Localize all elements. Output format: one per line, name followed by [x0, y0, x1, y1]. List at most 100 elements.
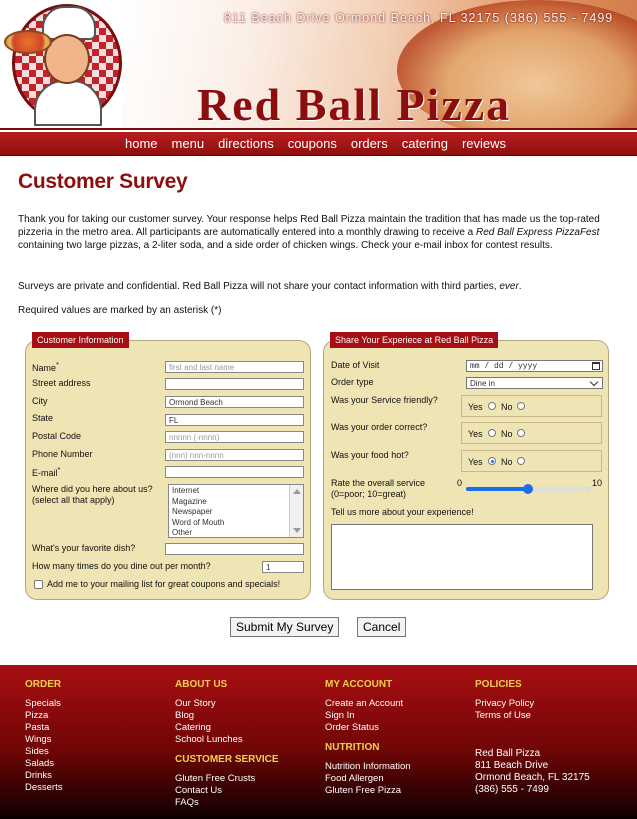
footer-link[interactable]: Terms of Use	[475, 710, 590, 722]
footer-account-column: MY ACCOUNT Create an Account Sign In Ord…	[325, 679, 411, 797]
dish-input[interactable]	[165, 543, 304, 555]
mailing-label: Add me to your mailing list for great co…	[47, 579, 281, 589]
footer-link[interactable]: Food Allergen	[325, 773, 411, 785]
correct-yes-label: Yes	[468, 429, 483, 439]
scroll-down-icon[interactable]	[293, 528, 301, 533]
footer-link[interactable]: Gluten Free Pizza	[325, 785, 411, 797]
footer-policies-title: POLICIES	[475, 679, 522, 690]
intro-text-2: containing two large pizzas, a 2-liter s…	[18, 240, 553, 251]
nav-directions[interactable]: directions	[211, 132, 281, 155]
listbox-scrollbar[interactable]	[289, 485, 303, 537]
footer-link[interactable]: Sides	[25, 746, 62, 758]
email-input[interactable]	[165, 466, 304, 478]
footer-link[interactable]: Nutrition Information	[325, 761, 411, 773]
footer-link[interactable]: Pasta	[25, 722, 62, 734]
rate-max-label: 10	[592, 478, 603, 488]
footer-link[interactable]: Salads	[25, 758, 62, 770]
state-label: State	[32, 413, 54, 423]
where-option-newspaper[interactable]: Newspaper	[172, 507, 300, 518]
footer-link[interactable]: Blog	[175, 710, 279, 722]
footer-link[interactable]: Create an Account	[325, 698, 411, 710]
where-option-word-of-mouth[interactable]: Word of Mouth	[172, 518, 300, 529]
nav-reviews[interactable]: reviews	[455, 132, 513, 155]
footer-link[interactable]: Sign In	[325, 710, 411, 722]
footer-link[interactable]: Catering	[175, 722, 279, 734]
name-input[interactable]: first and last name	[165, 361, 304, 373]
hot-yes-radio[interactable]	[488, 457, 496, 465]
site-logo[interactable]: Red Ball Pizza	[197, 78, 511, 128]
footer-link[interactable]: Specials	[25, 698, 62, 710]
scroll-up-icon[interactable]	[293, 489, 301, 494]
order-type-label: Order type	[331, 377, 374, 387]
footer-order-title: ORDER	[25, 679, 62, 690]
chef-body	[34, 80, 102, 126]
nav-home[interactable]: home	[118, 132, 165, 155]
city-input[interactable]: Ormond Beach	[165, 396, 304, 408]
order-type-value: Dine in	[470, 379, 495, 388]
correct-label: Was your order correct?	[331, 422, 428, 432]
phone-input[interactable]: (nnn) nnn-nnnn	[165, 449, 304, 461]
footer-about-column: ABOUT US Our Story Blog Catering School …	[175, 679, 279, 809]
correct-no-label: No	[501, 429, 513, 439]
footer-link[interactable]: Pizza	[25, 710, 62, 722]
service-radio-group: Yes No	[461, 395, 602, 417]
footer-link[interactable]: Order Status	[325, 722, 411, 734]
where-option-other[interactable]: Other	[172, 528, 300, 539]
footer-link[interactable]: Our Story	[175, 698, 279, 710]
privacy-paragraph: Surveys are private and confidential. Re…	[18, 280, 618, 293]
where-option-internet[interactable]: Internet	[172, 486, 300, 497]
date-input[interactable]: mm / dd / yyyy	[466, 360, 603, 372]
correct-yes-radio[interactable]	[488, 429, 496, 437]
footer-address-line: Ormond Beach, FL 32175	[475, 772, 590, 783]
nav-coupons[interactable]: coupons	[281, 132, 344, 155]
nav-orders[interactable]: orders	[344, 132, 395, 155]
cancel-button[interactable]: Cancel	[357, 617, 407, 637]
hot-no-radio[interactable]	[517, 457, 525, 465]
state-input[interactable]: FL	[165, 414, 304, 426]
footer-address-line: Red Ball Pizza	[475, 748, 541, 759]
hot-label: Was your food hot?	[331, 450, 409, 460]
rating-slider[interactable]	[466, 484, 590, 494]
street-input[interactable]	[165, 378, 304, 390]
chevron-down-icon	[589, 377, 599, 387]
service-yes-radio[interactable]	[488, 402, 496, 410]
where-option-magazine[interactable]: Magazine	[172, 497, 300, 508]
nav-menu[interactable]: menu	[165, 132, 212, 155]
footer-link[interactable]: Desserts	[25, 782, 62, 794]
hot-radio-group: Yes No	[461, 450, 602, 472]
comments-label: Tell us more about your experience!	[331, 507, 474, 517]
calendar-icon[interactable]	[592, 362, 600, 370]
footer-nutrition-title: NUTRITION	[325, 742, 380, 753]
rate-label: Rate the overall service (0=poor; 10=grea…	[331, 478, 426, 499]
main-nav: home menu directions coupons orders cate…	[0, 132, 637, 156]
name-label: Name*	[32, 360, 59, 373]
mailing-checkbox[interactable]	[34, 580, 43, 589]
comments-textarea[interactable]	[331, 524, 593, 590]
service-no-radio[interactable]	[517, 402, 525, 410]
order-type-select[interactable]: Dine in	[466, 377, 603, 389]
intro-paragraph: Thank you for taking our customer survey…	[18, 213, 618, 252]
footer-service-title: CUSTOMER SERVICE	[175, 754, 279, 765]
footer-link[interactable]: School Lunches	[175, 734, 279, 746]
correct-no-radio[interactable]	[517, 429, 525, 437]
dine-stepper[interactable]: 1	[262, 561, 304, 573]
postal-input[interactable]: nnnnn (-nnnn)	[165, 431, 304, 443]
customer-info-title: Customer Information	[32, 332, 129, 348]
submit-button[interactable]: Submit My Survey	[230, 617, 340, 637]
footer-link[interactable]: Privacy Policy	[475, 698, 590, 710]
page-title: Customer Survey	[18, 170, 188, 193]
footer-link[interactable]: Contact Us	[175, 785, 279, 797]
nav-catering[interactable]: catering	[395, 132, 455, 155]
phone-label: Phone Number	[32, 449, 93, 459]
street-label: Street address	[32, 378, 91, 388]
where-listbox[interactable]: Internet Magazine Newspaper Word of Mout…	[168, 484, 304, 538]
footer-link[interactable]: FAQs	[175, 797, 279, 809]
slider-rest	[528, 487, 590, 491]
footer-link[interactable]: Gluten Free Crusts	[175, 773, 279, 785]
pizza-icon	[4, 30, 52, 54]
slider-thumb[interactable]	[523, 484, 533, 494]
footer-link[interactable]: Wings	[25, 734, 62, 746]
service-no-label: No	[501, 402, 513, 412]
footer-link[interactable]: Drinks	[25, 770, 62, 782]
chef-mascot-logo[interactable]	[4, 0, 122, 128]
